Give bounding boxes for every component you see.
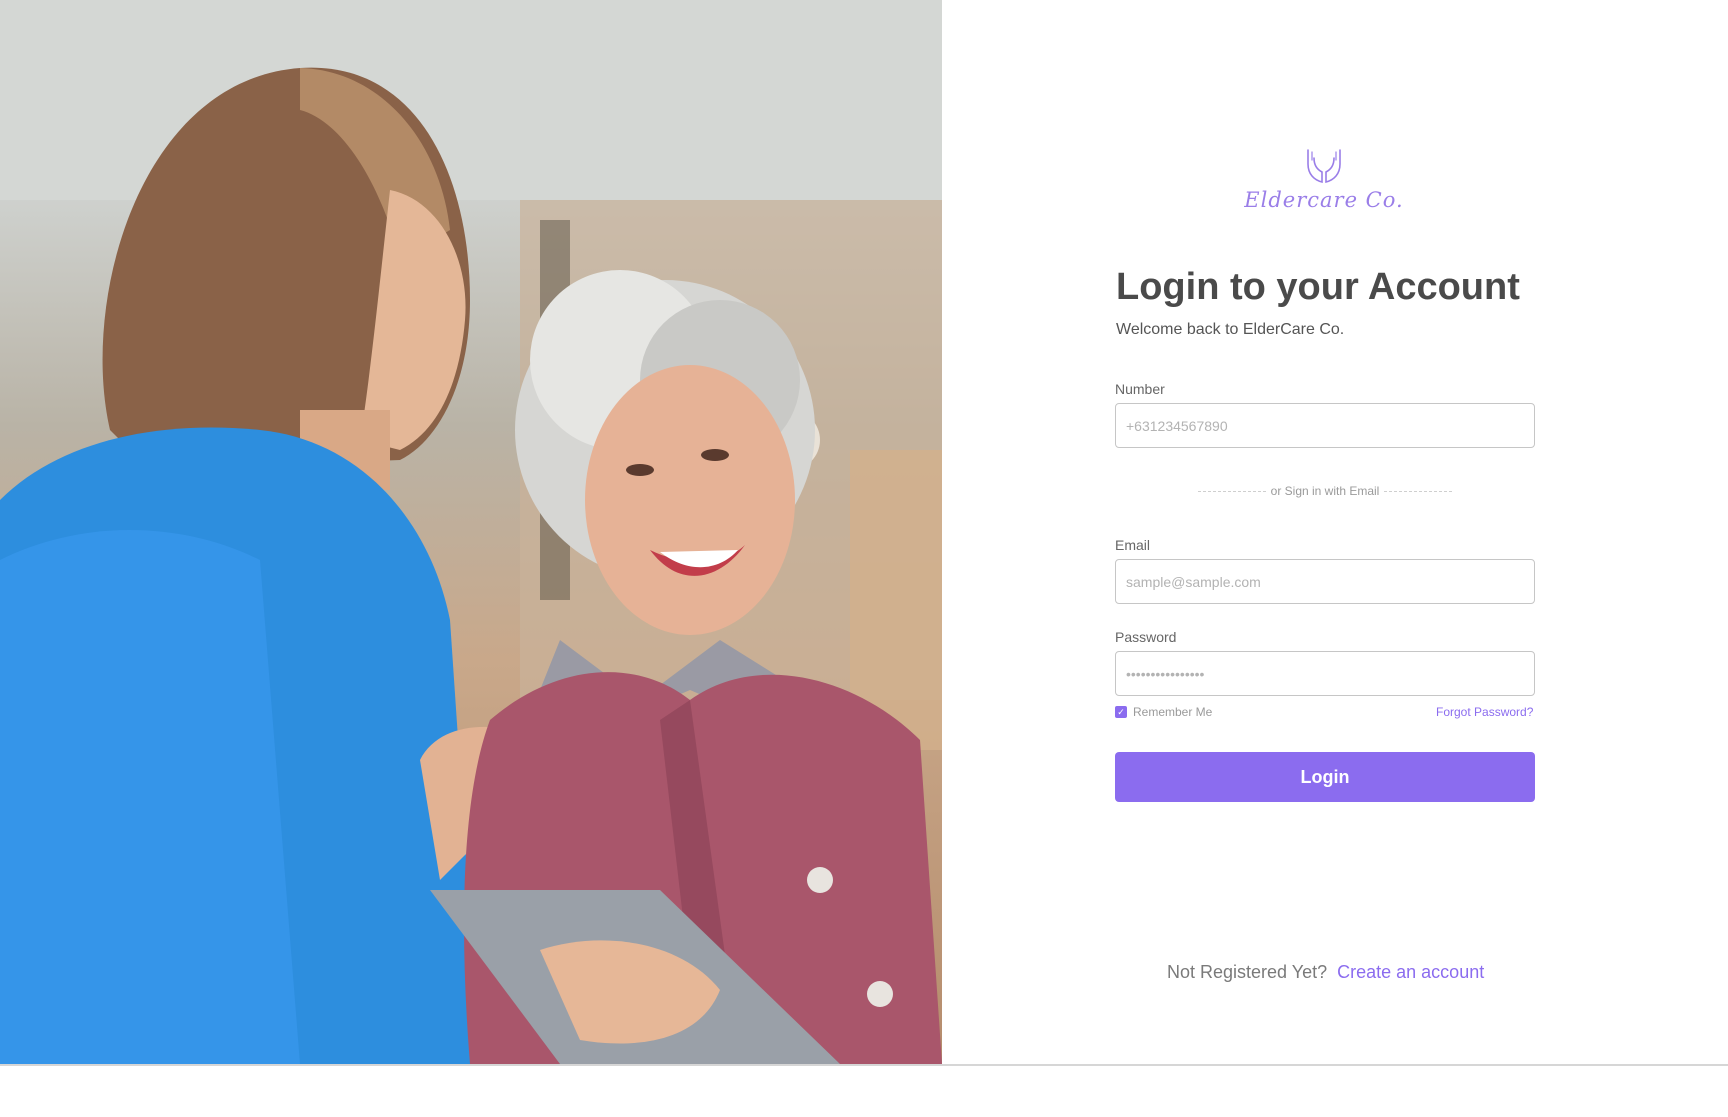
remember-me-label: Remember Me: [1133, 705, 1213, 719]
divider-text: or Sign in with Email: [1270, 484, 1380, 498]
email-label: Email: [1115, 537, 1151, 553]
forgot-password-link[interactable]: Forgot Password?: [1436, 705, 1533, 719]
login-button[interactable]: Login: [1115, 752, 1535, 802]
remember-me[interactable]: ✓ Remember Me: [1115, 705, 1212, 719]
bottom-strip: [0, 1064, 1728, 1117]
password-input[interactable]: [1115, 651, 1535, 696]
page-title: Login to your Account: [1116, 266, 1520, 308]
number-input[interactable]: [1115, 403, 1535, 448]
page-subtitle: Welcome back to ElderCare Co.: [1116, 321, 1345, 338]
not-registered-text: Not Registered Yet?: [1167, 962, 1328, 982]
email-input[interactable]: [1115, 559, 1535, 604]
remember-me-checkbox[interactable]: ✓: [1115, 706, 1127, 718]
brand-name: Eldercare Co.: [1244, 188, 1404, 212]
hero-photo: [0, 0, 942, 1064]
divider-line-left: [1198, 490, 1266, 492]
email-divider: or Sign in with Email: [1198, 484, 1452, 498]
divider-line-right: [1384, 490, 1452, 492]
password-label: Password: [1115, 629, 1177, 645]
register-prompt: Not Registered Yet? Create an account: [1167, 962, 1484, 983]
hands-holding-icon: [1307, 149, 1341, 184]
number-label: Number: [1115, 381, 1165, 397]
brand-logo: Eldercare Co.: [1244, 148, 1404, 228]
create-account-link[interactable]: Create an account: [1337, 962, 1484, 983]
caregiver-elderly-photo-image: [0, 0, 942, 1064]
login-page: Eldercare Co. Login to your Account Welc…: [0, 0, 1728, 1117]
